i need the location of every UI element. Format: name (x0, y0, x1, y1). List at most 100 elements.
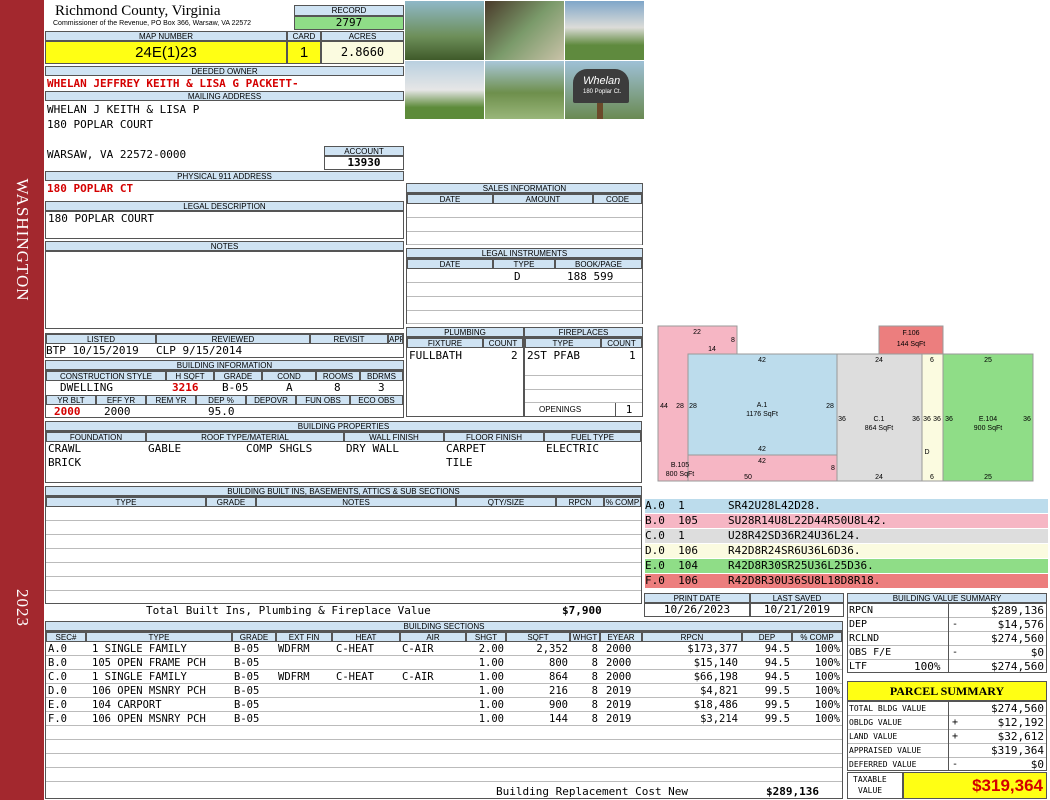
bi-bdrms: 3 (378, 381, 385, 394)
dim-23: 6 (930, 474, 934, 481)
sec-col-dep: DEP (742, 632, 792, 642)
sketch-sqft-b: 800 SqFt (666, 471, 694, 478)
plumb-count: 2 (511, 349, 518, 362)
map-number: 24E(1)23 (45, 41, 287, 64)
reviewed-value: CLP 9/15/2014 (156, 344, 243, 357)
legend-desc: SU28R14U8L22D44R50U8L42. (728, 514, 887, 527)
sec-col-rpcn: RPCN (642, 632, 742, 642)
prop-floor-1: CARPET (446, 442, 486, 455)
col-listed: LISTED (46, 334, 156, 344)
sec-col-sqft: SQFT (506, 632, 570, 642)
taxable-label-box: TAXABLE VALUE (847, 772, 903, 799)
dim-6: 6 (930, 357, 934, 364)
section-cell: 1.00 (478, 671, 504, 683)
sketch-sqft-a: 1176 SqFt (746, 411, 778, 418)
section-cell: 8 (591, 657, 598, 669)
last-saved-label: LAST SAVED (750, 593, 844, 603)
print-date: 10/26/2023 (644, 603, 750, 617)
sketch-sqft-e: 900 SqFt (974, 425, 1002, 432)
bi-col-dep: DEP % (196, 395, 246, 405)
legend-code: E.0 (645, 559, 665, 572)
prop-roof-2: COMP SHGLS (246, 442, 313, 455)
section-cell: 216 (549, 685, 568, 697)
section-cell: 2019 (606, 713, 632, 725)
properties-table: FOUNDATION ROOF TYPE/MATERIAL WALL FINIS… (45, 431, 642, 483)
bi-col-yrblt: YR BLT (46, 395, 96, 405)
dim-14: 36 (923, 416, 931, 423)
section-cell: $4,821 (700, 685, 738, 697)
section-cell: B-05 (234, 699, 260, 711)
property-photo-2 (485, 1, 564, 60)
section-cell: 900 (549, 699, 568, 711)
bi-rooms: 8 (334, 381, 341, 394)
acres-label: ACRES (321, 31, 404, 41)
sec-col-whgt: WHGT (570, 632, 600, 642)
bin-col-qty: QTY/SIZE (456, 497, 556, 507)
bi-col-style: CONSTRUCTION STYLE (46, 371, 166, 381)
instr-col-date: DATE (407, 259, 493, 269)
notes-label: NOTES (45, 241, 404, 251)
bi-col-rooms: ROOMS (316, 371, 360, 381)
prop-col-foundation: FOUNDATION (46, 432, 146, 442)
bi-style: DWELLING (60, 381, 113, 394)
bin-col-rpcn: RPCN (556, 497, 604, 507)
bin-col-type: TYPE (46, 497, 206, 507)
section-cell: 1.00 (478, 699, 504, 711)
district-name: WASHINGTON (13, 178, 32, 302)
section-cell: WDFRM (278, 643, 310, 655)
section-cell: 2019 (606, 699, 632, 711)
plumbing-label: PLUMBING (406, 327, 524, 337)
taxable-value: $319,364 (903, 772, 1047, 799)
taxable-label-1: TAXABLE (853, 775, 887, 784)
section-cell: 1 SINGLE FAMILY (92, 671, 187, 683)
acres-value: 2.8660 (321, 41, 404, 64)
fire-col-type: TYPE (525, 338, 601, 348)
sketch-label-a: A.1 (757, 402, 768, 409)
col-reviewed: REVIEWED (156, 334, 310, 344)
dim-17: 36 (1023, 416, 1031, 423)
section-cell: 1 SINGLE FAMILY (92, 643, 187, 655)
notes-box (45, 251, 404, 329)
plumb-col-count: COUNT (483, 338, 523, 348)
dim-2: 8 (731, 337, 735, 344)
legend-num: 106 (678, 574, 698, 587)
sketch-label-d: D (924, 449, 929, 456)
dim-18: 42 (758, 446, 766, 453)
fire-col-count: COUNT (601, 338, 642, 348)
legend-code: A.0 (645, 499, 665, 512)
section-cell: 94.5 (764, 657, 790, 669)
legend-desc: R42D8R30SR25U36L25D36. (728, 559, 874, 572)
openings-label: OPENINGS (539, 405, 582, 414)
section-cell: 8 (591, 643, 598, 655)
section-cell: 144 (549, 713, 568, 725)
review-table: LISTED REVIEWED REVISIT APPEALS BTP 10/1… (45, 333, 404, 358)
bi-col-grade: GRADE (214, 371, 262, 381)
bvs-ltf-value: $274,560 (991, 660, 1044, 673)
building-value-summary-label: BUILDING VALUE SUMMARY (847, 593, 1047, 603)
prop-col-roof: ROOF TYPE/MATERIAL (146, 432, 344, 442)
section-row: C.0 1 SINGLE FAMILY B-05 WDFRM C-HEAT C-AIR 1… (46, 670, 842, 684)
prop-col-floor: FLOOR FINISH (444, 432, 544, 442)
sec-col-extfin: EXT FIN (276, 632, 332, 642)
section-cell: A.0 (48, 643, 67, 655)
bi-col-funobs: FUN OBS (296, 395, 350, 405)
print-date-label: PRINT DATE (644, 593, 750, 603)
section-cell: B-05 (234, 671, 260, 683)
section-cell: 2000 (606, 643, 632, 655)
section-cell: 100% (814, 685, 840, 697)
legal-instruments-label: LEGAL INSTRUMENTS (406, 248, 643, 258)
section-cell: $18,486 (693, 699, 738, 711)
dim-19: 42 (758, 458, 766, 465)
taxable-label-2: VALUE (858, 786, 883, 795)
section-cell: 8 (591, 671, 598, 683)
section-cell: 1.00 (478, 657, 504, 669)
section-cell: 99.5 (764, 685, 790, 697)
legend-desc: R42D8R30U36SU8L18D8R18. (728, 574, 881, 587)
dim-21: 8 (831, 465, 835, 472)
instr-col-type: TYPE (493, 259, 555, 269)
section-cell: $66,198 (693, 671, 738, 683)
sales-col-date: DATE (407, 194, 493, 204)
building-sketch: A.1 1176 SqFt B.105 800 SqFt C.1 864 SqF… (657, 325, 1034, 482)
sales-table: DATE AMOUNT CODE (406, 193, 643, 245)
col-revisit: REVISIT (310, 334, 388, 344)
